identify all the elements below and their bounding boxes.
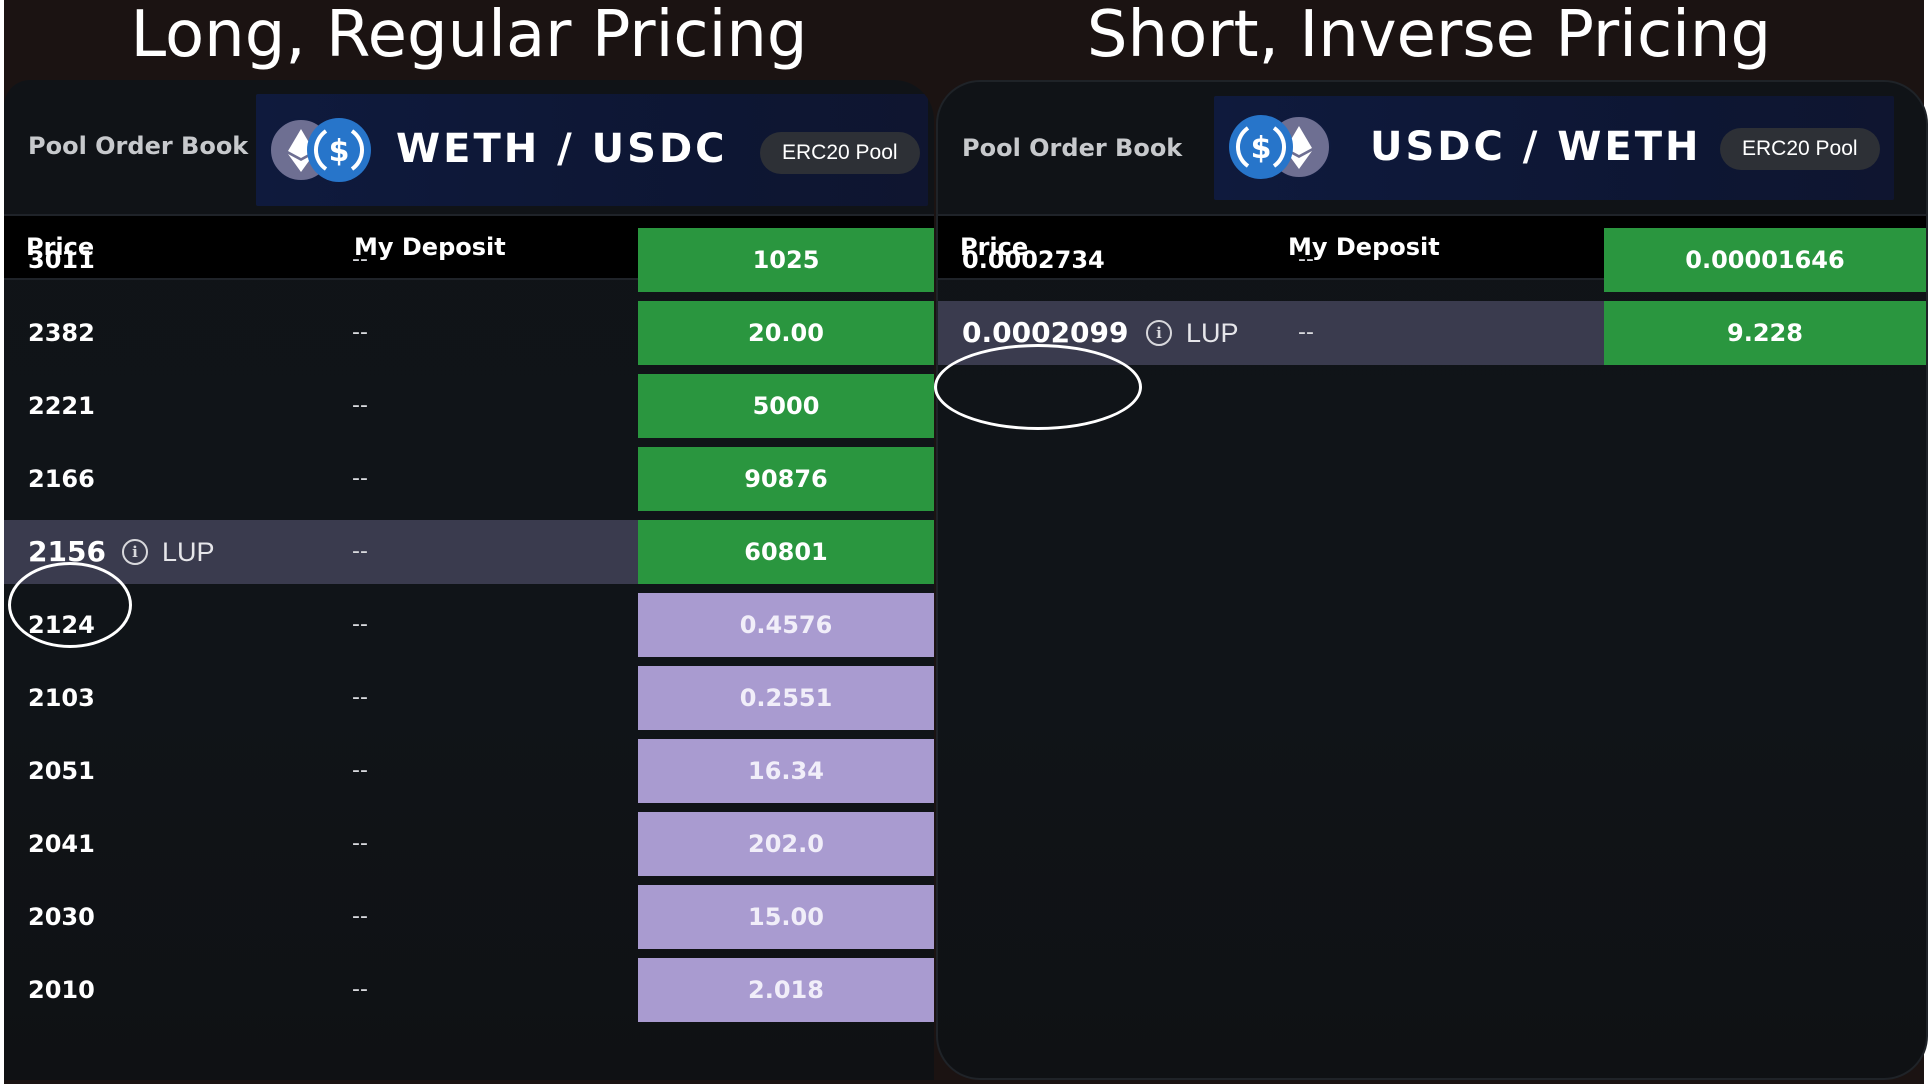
lup-table-row[interactable]: 0.0002099 i LUP -- 9.228 [938,301,1926,365]
pair-name: WETH / USDC [396,126,728,172]
right-order-book-panel: Pool Order Book $ USDC / WETH ERC20 Pool [936,80,1928,1080]
my-deposit-cell: -- [352,904,368,929]
deposit-token-cell: 9.228 [1604,301,1926,365]
table-row[interactable]: 2166 -- 90876 [4,447,934,511]
deposit-token-cell: 0.2551 [638,666,934,730]
left-order-book-panel: Pool Order Book $ WETH / USDC ERC20 Pool [4,80,934,1080]
svg-text:$: $ [329,134,350,169]
price-cell: 0.0002099 [962,316,1129,349]
my-deposit-cell: -- [352,320,368,345]
my-deposit-cell: -- [352,539,368,564]
lup-label: LUP [162,536,215,567]
table-row[interactable]: 3011 -- 1025 [4,228,934,292]
my-deposit-cell: -- [352,685,368,710]
price-cell: 2166 [28,465,95,493]
price-cell: 2124 [28,611,95,639]
my-deposit-cell: -- [1298,247,1314,272]
lup-indicator[interactable]: i LUP [122,520,215,584]
price-cell: 2041 [28,830,95,858]
deposit-token-cell: 90876 [638,447,934,511]
price-cell: 2156 [28,535,106,568]
pool-order-book-label: Pool Order Book [962,134,1183,162]
deposit-token-cell: 1025 [638,228,934,292]
table-row[interactable]: 2382 -- 20.00 [4,301,934,365]
right-heading: Short, Inverse Pricing [1086,0,1772,72]
pair-banner: $ USDC / WETH ERC20 Pool [1214,96,1894,200]
table-row[interactable]: 2221 -- 5000 [4,374,934,438]
my-deposit-cell: -- [1298,320,1314,345]
pair-banner: $ WETH / USDC ERC20 Pool [256,94,928,206]
table-row[interactable]: 2051 -- 16.34 [4,739,934,803]
my-deposit-cell: -- [352,977,368,1002]
my-deposit-cell: -- [352,612,368,637]
pair-name: USDC / WETH [1370,124,1702,170]
my-deposit-cell: -- [352,758,368,783]
table-row[interactable]: 2041 -- 202.0 [4,812,934,876]
usdc-coin-icon: $ [306,117,372,183]
price-cell: 0.0002734 [962,246,1105,274]
lup-label: LUP [1186,317,1239,348]
price-cell: 2030 [28,903,95,931]
info-icon[interactable]: i [1146,320,1172,346]
deposit-token-cell: 0.00001646 [1604,228,1926,292]
my-deposit-cell: -- [352,466,368,491]
table-row[interactable]: 2030 -- 15.00 [4,885,934,949]
pool-order-book-label: Pool Order Book [28,132,249,160]
left-heading: Long, Regular Pricing [130,0,808,72]
info-icon[interactable]: i [122,539,148,565]
table-row[interactable]: 0.0002734 -- 0.00001646 [938,228,1926,292]
table-row[interactable]: 2010 -- 2.018 [4,958,934,1022]
deposit-token-cell: 2.018 [638,958,934,1022]
lup-indicator[interactable]: i LUP [1146,301,1239,365]
price-cell: 2382 [28,319,95,347]
deposit-token-cell: 16.34 [638,739,934,803]
my-deposit-cell: -- [352,247,368,272]
deposit-token-cell: 15.00 [638,885,934,949]
deposit-token-cell: 0.4576 [638,593,934,657]
table-row[interactable]: 2103 -- 0.2551 [4,666,934,730]
price-cell: 2103 [28,684,95,712]
my-deposit-cell: -- [352,831,368,856]
price-cell: 2221 [28,392,95,420]
svg-text:$: $ [1251,131,1272,166]
price-cell: 2010 [28,976,95,1004]
lup-table-row[interactable]: 2156 i LUP -- 60801 [4,520,934,584]
comparison-figure: Long, Regular Pricing Short, Inverse Pri… [4,0,1928,1084]
my-deposit-cell: -- [352,393,368,418]
usdc-coin-icon: $ [1228,114,1294,180]
table-row[interactable]: 2124 -- 0.4576 [4,593,934,657]
pool-type-badge: ERC20 Pool [1720,128,1880,170]
deposit-token-cell: 202.0 [638,812,934,876]
price-cell: 2051 [28,757,95,785]
price-cell: 3011 [28,246,95,274]
deposit-token-cell: 5000 [638,374,934,438]
deposit-token-cell: 60801 [638,520,934,584]
deposit-token-cell: 20.00 [638,301,934,365]
pool-type-badge: ERC20 Pool [760,132,920,174]
